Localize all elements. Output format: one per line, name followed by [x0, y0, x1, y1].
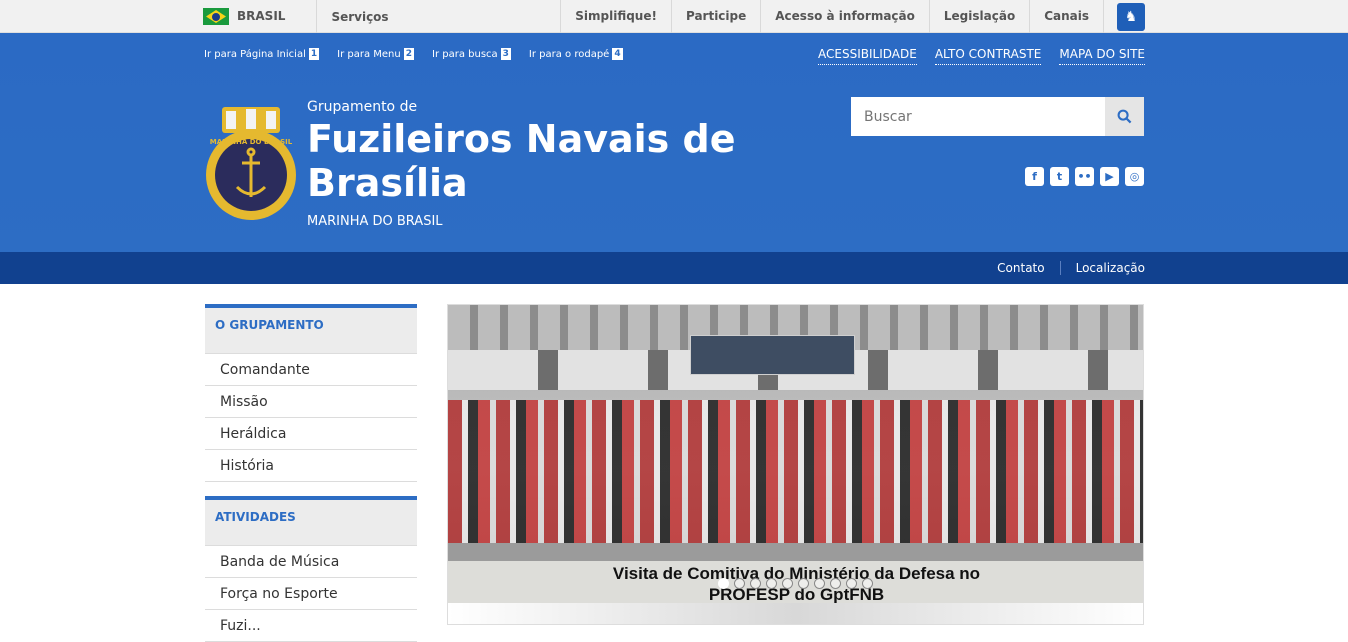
sidebar-item-fuzi[interactable]: Fuzi...: [205, 610, 417, 642]
carousel-pagination: [718, 578, 873, 589]
presidency-link[interactable]: ♞: [1103, 0, 1145, 33]
carousel-dot[interactable]: [830, 578, 841, 589]
site-header: Ir para Página Inicial 1 Ir para Menu 2 Ir…: [0, 33, 1348, 252]
sidebar-item-historia[interactable]: História: [205, 450, 417, 482]
skip-links: Ir para Página Inicial 1 Ir para Menu 2 Ir…: [204, 48, 623, 60]
search-box: [851, 97, 1144, 136]
alto-contraste-link[interactable]: ALTO CONTRASTE: [934, 47, 1042, 65]
sidebar-section-title: ATIVIDADES: [205, 500, 417, 546]
flickr-icon[interactable]: ••: [1075, 167, 1094, 186]
carousel-dot[interactable]: [766, 578, 777, 589]
carousel-dot[interactable]: [814, 578, 825, 589]
carousel-dot[interactable]: [846, 578, 857, 589]
crown-icon: [222, 107, 280, 133]
mapa-do-site-link[interactable]: MAPA DO SITE: [1059, 47, 1145, 65]
logo-text: MARINHA DO BRASIL: [210, 138, 293, 146]
contato-link[interactable]: Contato: [982, 261, 1059, 275]
sidebar-item-banda[interactable]: Banda de Música: [205, 546, 417, 578]
sidebar-item-forca-esporte[interactable]: Força no Esporte: [205, 578, 417, 610]
government-bar: BRASIL Serviços Simplifique! Participe A…: [0, 0, 1348, 33]
sidebar-section-atividades: ATIVIDADES Banda de Música Força no Espo…: [205, 496, 417, 642]
skip-home-link[interactable]: Ir para Página Inicial 1: [204, 48, 320, 60]
search-icon: [1117, 109, 1132, 124]
group-photo-crowd: [448, 400, 1143, 560]
secondary-nav: Contato Localização: [0, 252, 1348, 284]
servicos-link[interactable]: Serviços: [331, 10, 388, 24]
search-button[interactable]: [1105, 97, 1144, 136]
youtube-icon[interactable]: ▶: [1100, 167, 1119, 186]
brasil-link[interactable]: BRASIL: [237, 0, 318, 33]
search-input[interactable]: [851, 97, 1105, 136]
skip-search-link[interactable]: Ir para busca 3: [432, 48, 511, 60]
carousel-dot[interactable]: [750, 578, 761, 589]
carousel-dot[interactable]: [734, 578, 745, 589]
sidebar-item-comandante[interactable]: Comandante: [205, 354, 417, 386]
acesso-informacao-link[interactable]: Acesso à informação: [760, 0, 929, 33]
instagram-icon[interactable]: ◎: [1125, 167, 1144, 186]
brazil-flag-icon: [203, 8, 229, 25]
carousel-dot[interactable]: [782, 578, 793, 589]
building-sign: [690, 335, 855, 375]
facebook-icon[interactable]: f: [1025, 167, 1044, 186]
carousel-photo[interactable]: Visita de Comitiva do Ministério da Defe…: [448, 305, 1143, 603]
legislacao-link[interactable]: Legislação: [928, 0, 1029, 33]
sidebar-menu: O GRUPAMENTO Comandante Missão Heráldica…: [205, 304, 417, 642]
presidency-icon: ♞: [1117, 2, 1145, 31]
skip-footer-link[interactable]: Ir para o rodapé 4: [529, 48, 623, 60]
news-carousel[interactable]: Visita de Comitiva do Ministério da Defe…: [447, 304, 1144, 625]
sidebar-item-missao[interactable]: Missão: [205, 386, 417, 418]
sidebar-section-title: O GRUPAMENTO: [205, 308, 417, 354]
accessibility-links: ACESSIBILIDADE ALTO CONTRASTE MAPA DO SI…: [818, 47, 1145, 65]
social-links: f t •• ▶ ◎: [1025, 167, 1144, 186]
sidebar-section-grupamento: O GRUPAMENTO Comandante Missão Heráldica…: [205, 304, 417, 482]
skip-menu-link[interactable]: Ir para Menu 2: [337, 48, 414, 60]
carousel-dot[interactable]: [798, 578, 809, 589]
twitter-icon[interactable]: t: [1050, 167, 1069, 186]
carousel-dot[interactable]: [862, 578, 873, 589]
canais-link[interactable]: Canais: [1029, 0, 1103, 33]
site-subtitle: Grupamento de: [307, 99, 418, 115]
carousel-dot[interactable]: [718, 578, 729, 589]
navy-logo[interactable]: MARINHA DO BRASIL: [204, 99, 298, 221]
participe-link[interactable]: Participe: [670, 0, 760, 33]
simplifique-link[interactable]: Simplifique!: [560, 0, 671, 33]
sidebar-item-heraldica[interactable]: Heráldica: [205, 418, 417, 450]
site-title[interactable]: Fuzileiros Navais de Brasília: [307, 117, 737, 205]
site-organization: MARINHA DO BRASIL: [307, 214, 443, 229]
localizacao-link[interactable]: Localização: [1059, 261, 1145, 275]
acessibilidade-link[interactable]: ACESSIBILIDADE: [818, 47, 917, 65]
